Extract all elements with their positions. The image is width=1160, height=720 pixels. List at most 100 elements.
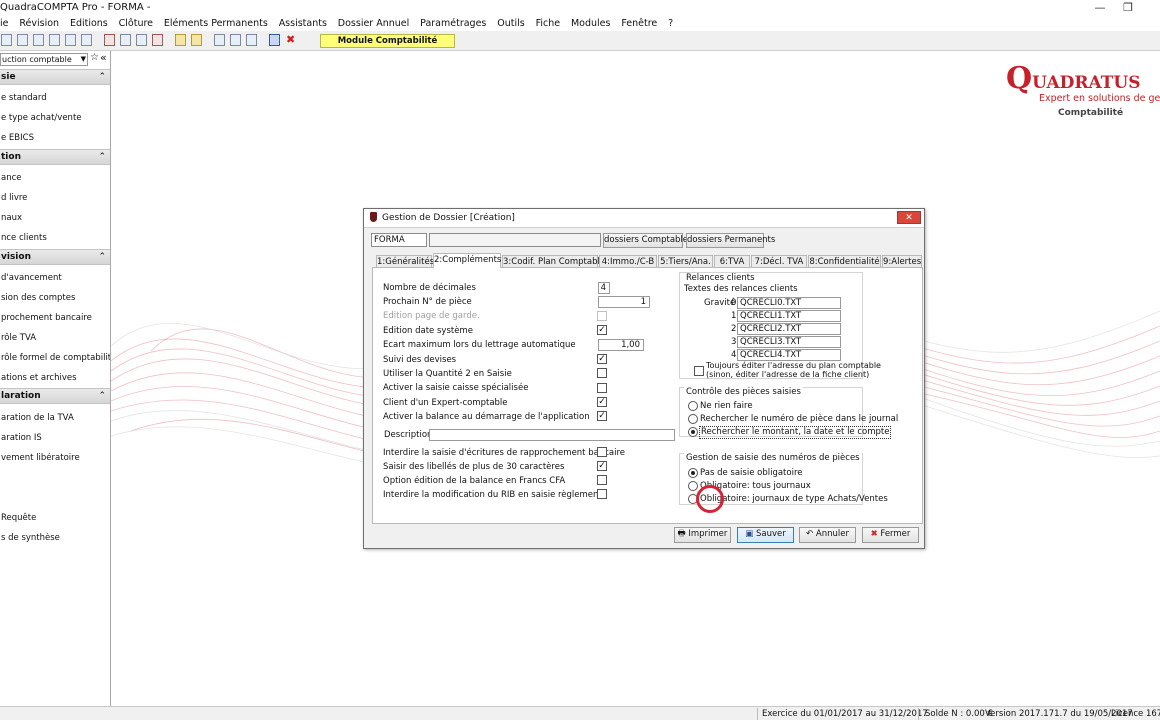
sidebar-item[interactable]: ance [0,171,110,185]
libelles30-checkbox[interactable]: ✓ [597,461,607,471]
menu-item-revision[interactable]: Révision [15,16,63,31]
toujours-editer-checkbox[interactable] [694,366,704,376]
sidebar-item[interactable]: prochement bancaire [0,311,110,325]
nb-decimales-input[interactable]: 4 [598,282,610,294]
dossiers-comptables-button[interactable]: dossiers Comptables [603,233,692,248]
doc-icon[interactable] [17,34,28,46]
tab-complements[interactable]: 2:Compléments [433,253,501,268]
folder-icon[interactable] [175,34,186,46]
menu-item-elements-permanents[interactable]: Eléments Permanents [160,16,272,31]
description-input[interactable] [429,429,675,441]
interdire-rappro-checkbox[interactable] [597,447,607,457]
star-icon[interactable]: ☆ [90,52,99,63]
saisie-caisse-checkbox[interactable] [597,383,607,393]
copy-icon[interactable] [81,34,92,46]
imprimer-button[interactable]: 🖶 Imprimer [674,527,731,543]
relance-file-1[interactable]: QCRECLI1.TXT [737,310,841,322]
new-doc-icon[interactable] [1,34,12,46]
controle-radio-1[interactable] [688,414,698,424]
menu-item-editions[interactable]: Editions [66,16,112,31]
sidebar-item[interactable]: naux [0,211,110,225]
menu-item-cloture[interactable]: Clôture [115,16,157,31]
sidebar-item[interactable]: e standard [0,91,110,105]
restore-button[interactable]: ❐ [1113,0,1143,16]
dossiers-permanents-button[interactable]: dossiers Permanents [686,233,775,248]
sidebar-item[interactable]: e EBICS [0,131,110,145]
annuler-button[interactable]: ↶ Annuler [799,527,856,543]
quantite2-checkbox[interactable] [597,368,607,378]
controle-radio-0[interactable] [688,401,698,411]
chevron-down-icon: ▼ [80,55,86,63]
francs-cfa-checkbox[interactable] [597,475,607,485]
edit-icon[interactable] [65,34,76,46]
dossier-code-field[interactable]: FORMA [371,233,427,247]
edition-page-garde-checkbox[interactable] [597,311,607,321]
menu-item-parametrages[interactable]: Paramétrages [416,16,490,31]
sidebar-item[interactable]: ations et archives [0,371,110,385]
relance-file-4[interactable]: QCRECLI4.TXT [737,349,841,361]
sidebar-item[interactable]: Requête [0,511,110,525]
menu-item-dossier-annuel[interactable]: Dossier Annuel [334,16,413,31]
sauver-button[interactable]: ▣ Sauver [737,527,794,543]
minimize-button[interactable]: — [1085,0,1115,16]
sidebar: uction comptable ▼ ☆ « sie ⌃ e standard … [0,51,111,706]
step-icon[interactable] [214,34,225,46]
sidebar-item[interactable]: s de synthèse [0,531,110,545]
edition-date-systeme-checkbox[interactable]: ✓ [597,325,607,335]
menu-item-modules[interactable]: Modules [567,16,615,31]
controle-option: Ne rien faire [700,401,753,411]
client-expert-checkbox[interactable]: ✓ [597,397,607,407]
menu-item-help[interactable]: ? [664,16,677,31]
sidebar-item[interactable]: e type achat/vente [0,111,110,125]
sidebar-section-saisie[interactable]: sie ⌃ [0,69,110,85]
menu-item-fenetre[interactable]: Fenêtre [617,16,661,31]
save-icon[interactable] [269,34,280,46]
sidebar-item[interactable]: sion des comptes [0,291,110,305]
sidebar-item[interactable]: nce clients [0,231,110,245]
sidebar-section-edition[interactable]: tion ⌃ [0,149,110,165]
status-bar: Exercice du 01/01/2017 au 31/12/2017 Sol… [0,706,1160,720]
balance-demarrage-checkbox[interactable]: ✓ [597,411,607,421]
menu-item-assistants[interactable]: Assistants [275,16,331,31]
gestion-radio-1[interactable] [688,481,698,491]
sidebar-section-revision[interactable]: vision ⌃ [0,249,110,265]
sidebar-item[interactable]: aration IS [0,431,110,445]
sidebar-item[interactable]: aration de la TVA [0,411,110,425]
controle-radio-2[interactable] [688,427,698,437]
interdire-rappro-label: Interdire la saisie d'écritures de rappr… [383,448,625,458]
sidebar-item[interactable]: rôle formel de comptabilité [0,351,110,365]
ecart-input[interactable]: 1,00 [598,339,644,351]
collapse-icon[interactable]: « [100,51,107,64]
close-icon[interactable]: ✕ [897,211,921,224]
delete-icon[interactable]: ✖ [286,33,295,46]
sidebar-item[interactable]: vement libératoire [0,451,110,465]
controle-option: Rechercher le numéro de pièce dans le jo… [700,414,899,424]
menu-item-outils[interactable]: Outils [493,16,528,31]
relance-file-2[interactable]: QCRECLI2.TXT [737,323,841,335]
tag2-icon[interactable] [136,34,147,46]
tag-icon[interactable] [120,34,131,46]
fermer-button[interactable]: ✖ Fermer [862,527,919,543]
controle-title: Contrôle des pièces saisies [684,387,803,398]
relance-file-3[interactable]: QCRECLI3.TXT [737,336,841,348]
sidebar-section-declaration[interactable]: laration ⌃ [0,388,110,404]
dossier-name-field[interactable] [429,233,601,247]
interdire-rib-checkbox[interactable] [597,489,607,499]
calc-icon[interactable] [49,34,60,46]
doc-blue-icon[interactable] [33,34,44,46]
skip-icon[interactable] [246,34,257,46]
play-icon[interactable] [230,34,241,46]
gestion-radio-0[interactable] [688,468,698,478]
sidebar-item[interactable]: d'avancement [0,271,110,285]
menu-item-fiche[interactable]: Fiche [532,16,565,31]
menu-item-saisie[interactable]: ie [0,16,12,31]
sidebar-item[interactable]: rôle TVA [0,331,110,345]
tag-red-icon[interactable] [152,34,163,46]
suivi-devises-checkbox[interactable]: ✓ [597,354,607,364]
sidebar-combo[interactable]: uction comptable ▼ [0,53,88,66]
relance-file-0[interactable]: QCRECLI0.TXT [737,297,841,309]
sidebar-item[interactable]: d livre [0,191,110,205]
lock-icon[interactable] [104,34,115,46]
folder-open-icon[interactable] [191,34,202,46]
prochain-piece-input[interactable]: 1 [598,296,650,308]
